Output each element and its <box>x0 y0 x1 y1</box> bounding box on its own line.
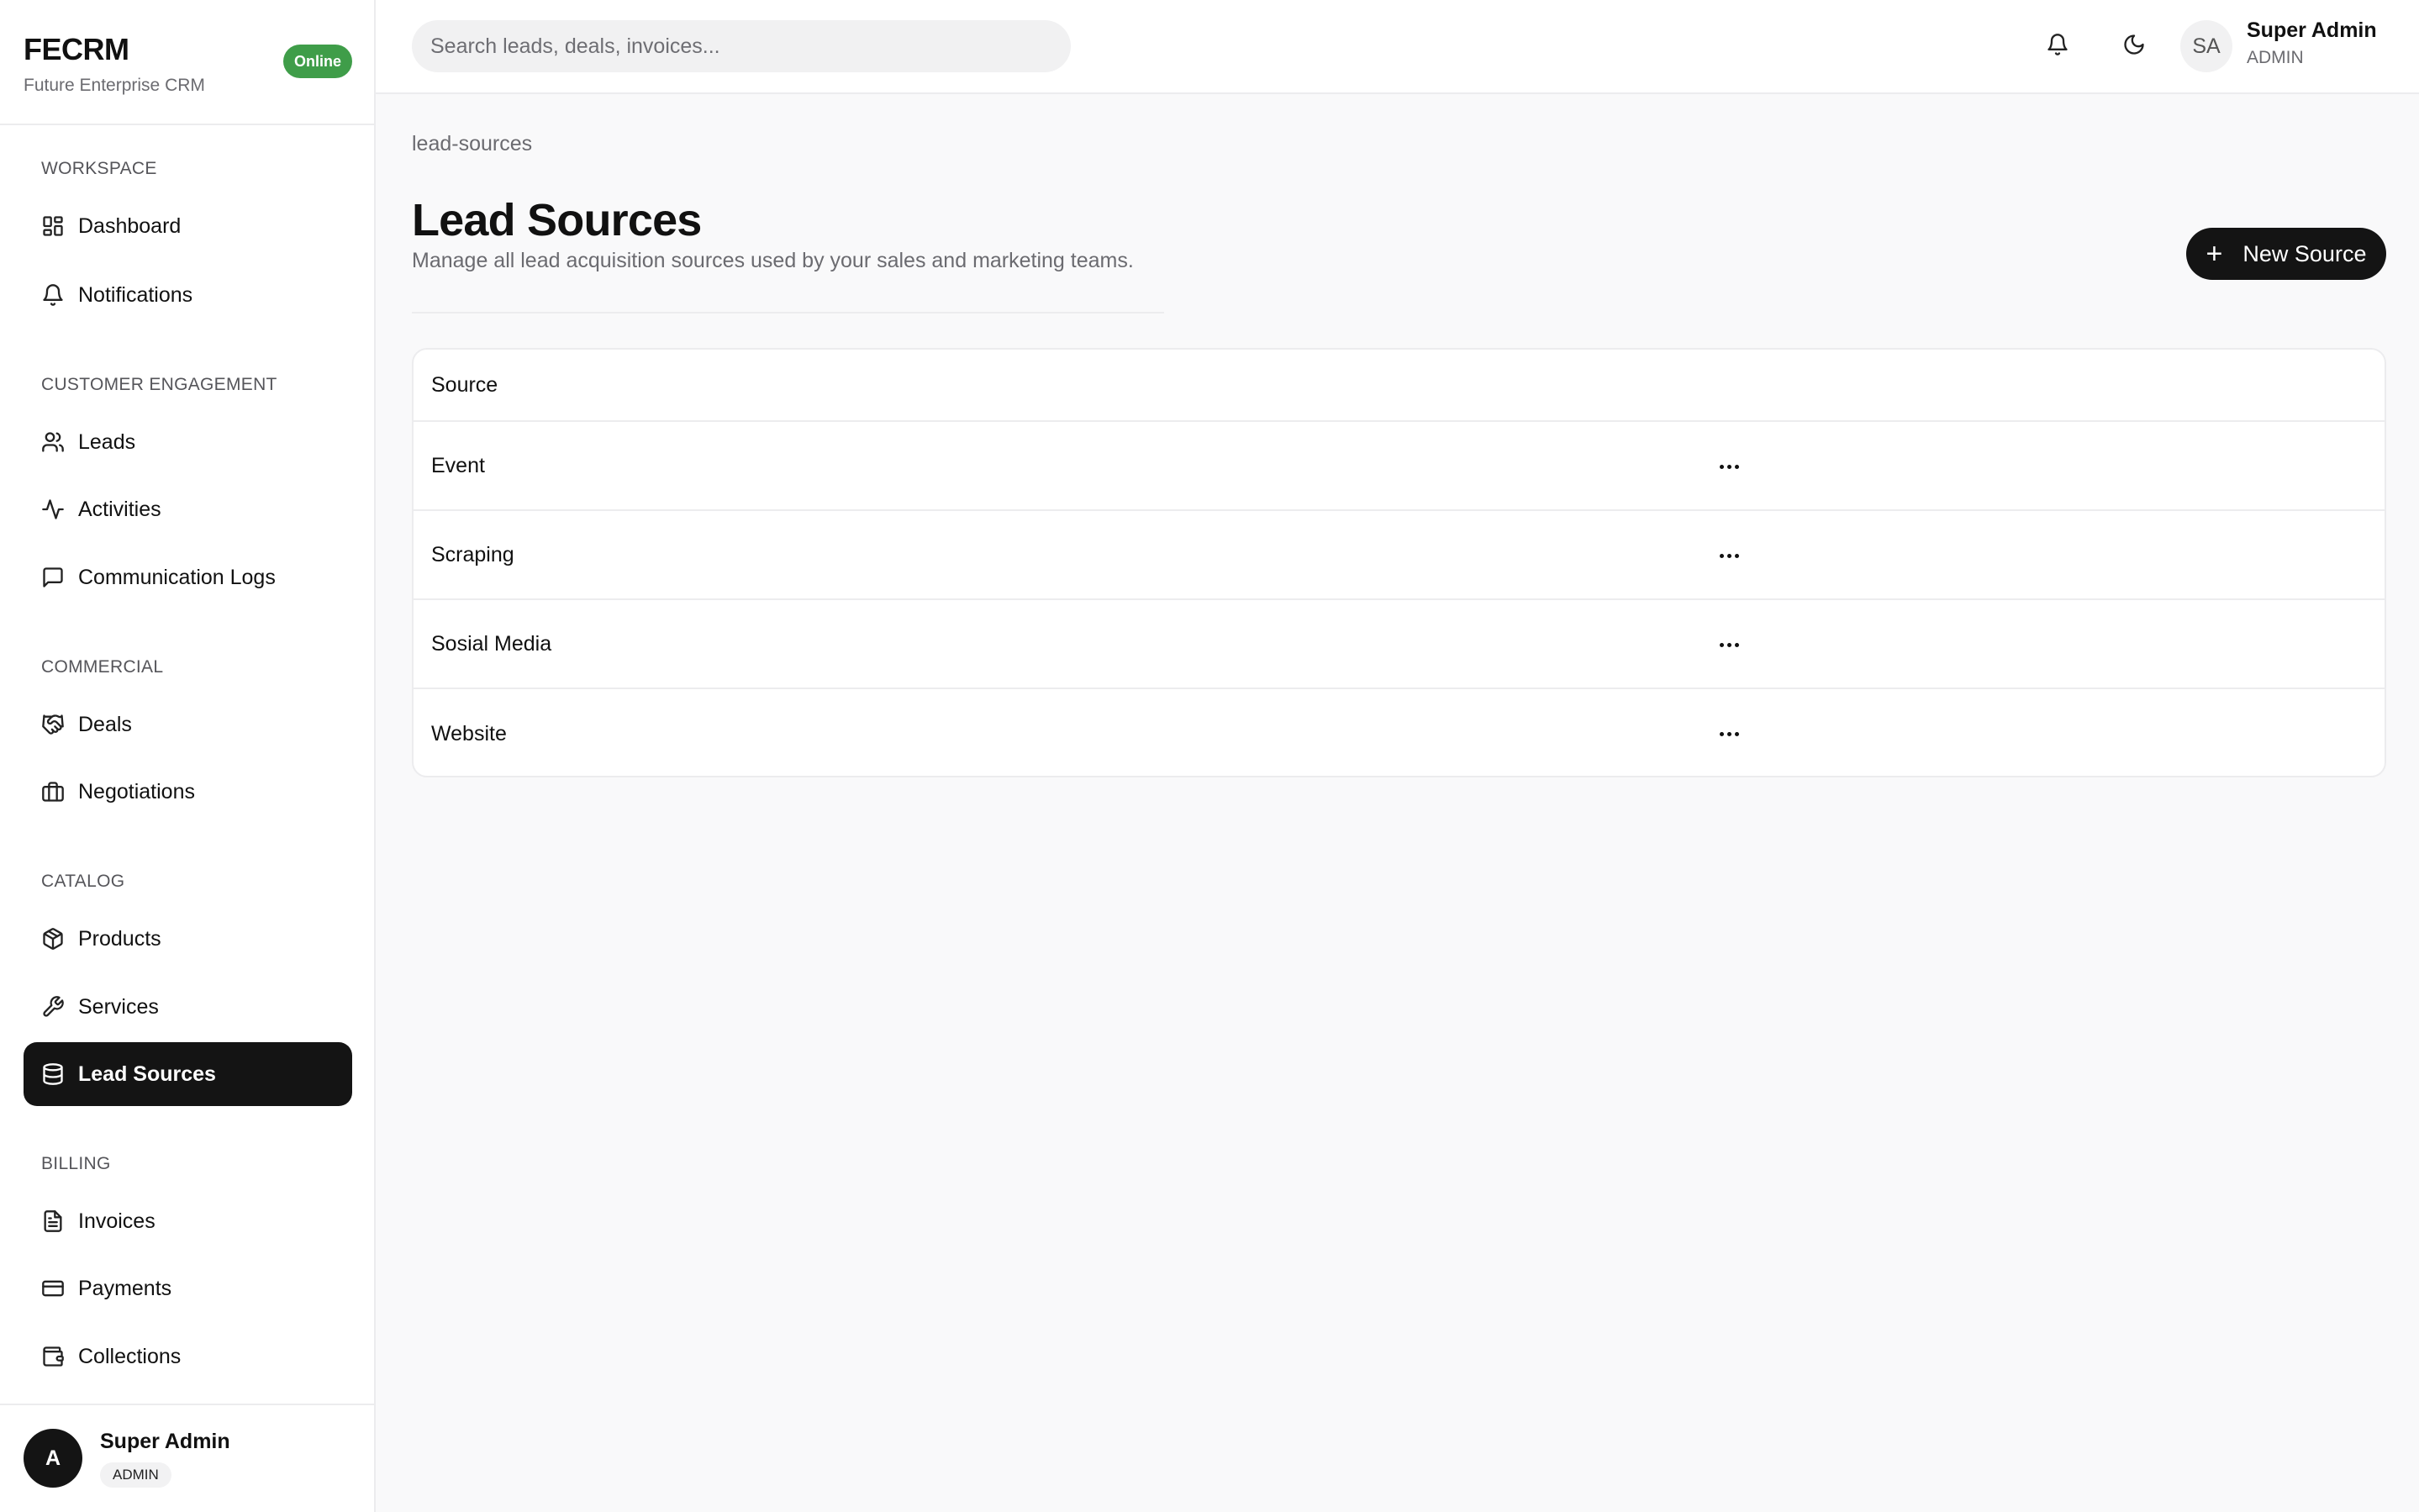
section-label-catalog: CATALOG <box>41 872 125 891</box>
breadcrumb: lead-sources <box>412 132 533 155</box>
sidebar-item-activities[interactable]: Activities <box>24 477 352 541</box>
sidebar-item-notifications[interactable]: Notifications <box>24 263 352 327</box>
database-icon <box>41 1062 65 1086</box>
sidebar-item-label: Negotiations <box>78 779 195 803</box>
sidebar-item-label: Lead Sources <box>78 1062 216 1086</box>
package-icon <box>41 927 65 951</box>
more-horizontal-icon <box>1719 553 1739 558</box>
sidebar-item-deals[interactable]: Deals <box>24 693 352 756</box>
more-horizontal-icon <box>1719 464 1739 469</box>
file-text-icon <box>41 1209 65 1233</box>
section-label-commercial: COMMERCIAL <box>41 657 164 677</box>
sidebar-item-dashboard[interactable]: Dashboard <box>24 194 352 258</box>
row-actions-button[interactable] <box>1712 628 1746 661</box>
users-icon <box>41 430 65 454</box>
sidebar-item-label: Services <box>78 994 159 1019</box>
source-name: Scraping <box>431 542 514 566</box>
divider <box>0 1404 374 1405</box>
more-horizontal-icon <box>1719 731 1739 736</box>
sidebar-item-leads[interactable]: Leads <box>24 410 352 474</box>
moon-icon <box>2122 33 2146 61</box>
sidebar-item-label: Products <box>78 926 161 951</box>
credit-card-icon <box>41 1277 65 1300</box>
sidebar: FECRM Future Enterprise CRM Online WORKS… <box>0 0 376 1512</box>
page-subtitle: Manage all lead acquisition sources used… <box>412 249 1134 272</box>
section-label-billing: BILLING <box>41 1154 111 1173</box>
source-name: Event <box>431 453 485 477</box>
source-name: Sosial Media <box>431 631 552 656</box>
sidebar-item-lead-sources[interactable]: Lead Sources <box>24 1042 352 1106</box>
new-source-label: New Source <box>2242 240 2367 266</box>
app-root: FECRM Future Enterprise CRM Online WORKS… <box>0 0 2419 1512</box>
sidebar-item-label: Communication Logs <box>78 565 276 589</box>
brand-subtitle: Future Enterprise CRM <box>24 76 205 95</box>
bell-icon <box>2046 33 2069 61</box>
status-badge: Online <box>283 45 352 78</box>
section-label-customer-engagement: CUSTOMER ENGAGEMENT <box>41 375 277 394</box>
sidebar-item-services[interactable]: Services <box>24 975 352 1039</box>
sidebar-user-role-badge: ADMIN <box>100 1462 171 1488</box>
table-row[interactable]: Website <box>414 689 2385 776</box>
sidebar-item-label: Collections <box>78 1344 182 1368</box>
sidebar-item-label: Activities <box>78 497 161 521</box>
page-title: Lead Sources <box>412 195 702 245</box>
sidebar-user-name: Super Admin <box>100 1430 230 1453</box>
sidebar-item-payments[interactable]: Payments <box>24 1256 352 1320</box>
notifications-button[interactable] <box>2040 29 2075 64</box>
briefcase-icon <box>41 780 65 803</box>
sidebar-item-collections[interactable]: Collections <box>24 1325 352 1388</box>
dashboard-icon <box>41 214 65 238</box>
activity-icon <box>41 498 65 521</box>
handshake-icon <box>41 713 65 736</box>
row-actions-button[interactable] <box>1712 539 1746 572</box>
sidebar-item-label: Invoices <box>78 1209 155 1233</box>
section-label-workspace: WORKSPACE <box>41 159 157 178</box>
avatar[interactable]: A <box>24 1429 82 1488</box>
topbar-user-name: Super Admin <box>2247 18 2377 42</box>
sidebar-item-products[interactable]: Products <box>24 907 352 971</box>
sidebar-item-label: Dashboard <box>78 213 182 238</box>
plus-icon: + <box>2206 238 2223 270</box>
table-row[interactable]: Event <box>414 422 2385 511</box>
sidebar-item-label: Notifications <box>78 282 193 307</box>
table-row[interactable]: Sosial Media <box>414 600 2385 689</box>
row-actions-button[interactable] <box>1712 717 1746 751</box>
search-input[interactable] <box>412 20 1071 72</box>
sidebar-item-negotiations[interactable]: Negotiations <box>24 760 352 824</box>
divider <box>412 312 1164 313</box>
sidebar-item-label: Leads <box>78 429 136 454</box>
wallet-icon <box>41 1345 65 1368</box>
brand-name: FECRM <box>24 32 129 66</box>
sidebar-item-communication-logs[interactable]: Communication Logs <box>24 545 352 609</box>
message-icon <box>41 566 65 589</box>
table-row[interactable]: Scraping <box>414 511 2385 600</box>
row-actions-button[interactable] <box>1712 450 1746 483</box>
brand: FECRM Future Enterprise CRM <box>24 32 205 96</box>
sources-table: Source Event Scraping Sosial Media Websi… <box>412 348 2386 777</box>
more-horizontal-icon <box>1719 642 1739 647</box>
sidebar-item-label: Payments <box>78 1276 172 1300</box>
topbar: SA Super Admin ADMIN <box>376 0 2419 94</box>
sidebar-item-invoices[interactable]: Invoices <box>24 1189 352 1253</box>
divider <box>0 124 374 125</box>
theme-toggle-button[interactable] <box>2116 29 2152 64</box>
topbar-user-role: ADMIN <box>2247 48 2304 67</box>
source-name: Website <box>431 721 507 745</box>
new-source-button[interactable]: + New Source <box>2186 228 2386 280</box>
table-header-source: Source <box>414 350 2385 422</box>
wrench-icon <box>41 995 65 1019</box>
avatar[interactable]: SA <box>2180 20 2232 72</box>
sidebar-item-label: Deals <box>78 712 132 736</box>
bell-icon <box>41 283 65 307</box>
